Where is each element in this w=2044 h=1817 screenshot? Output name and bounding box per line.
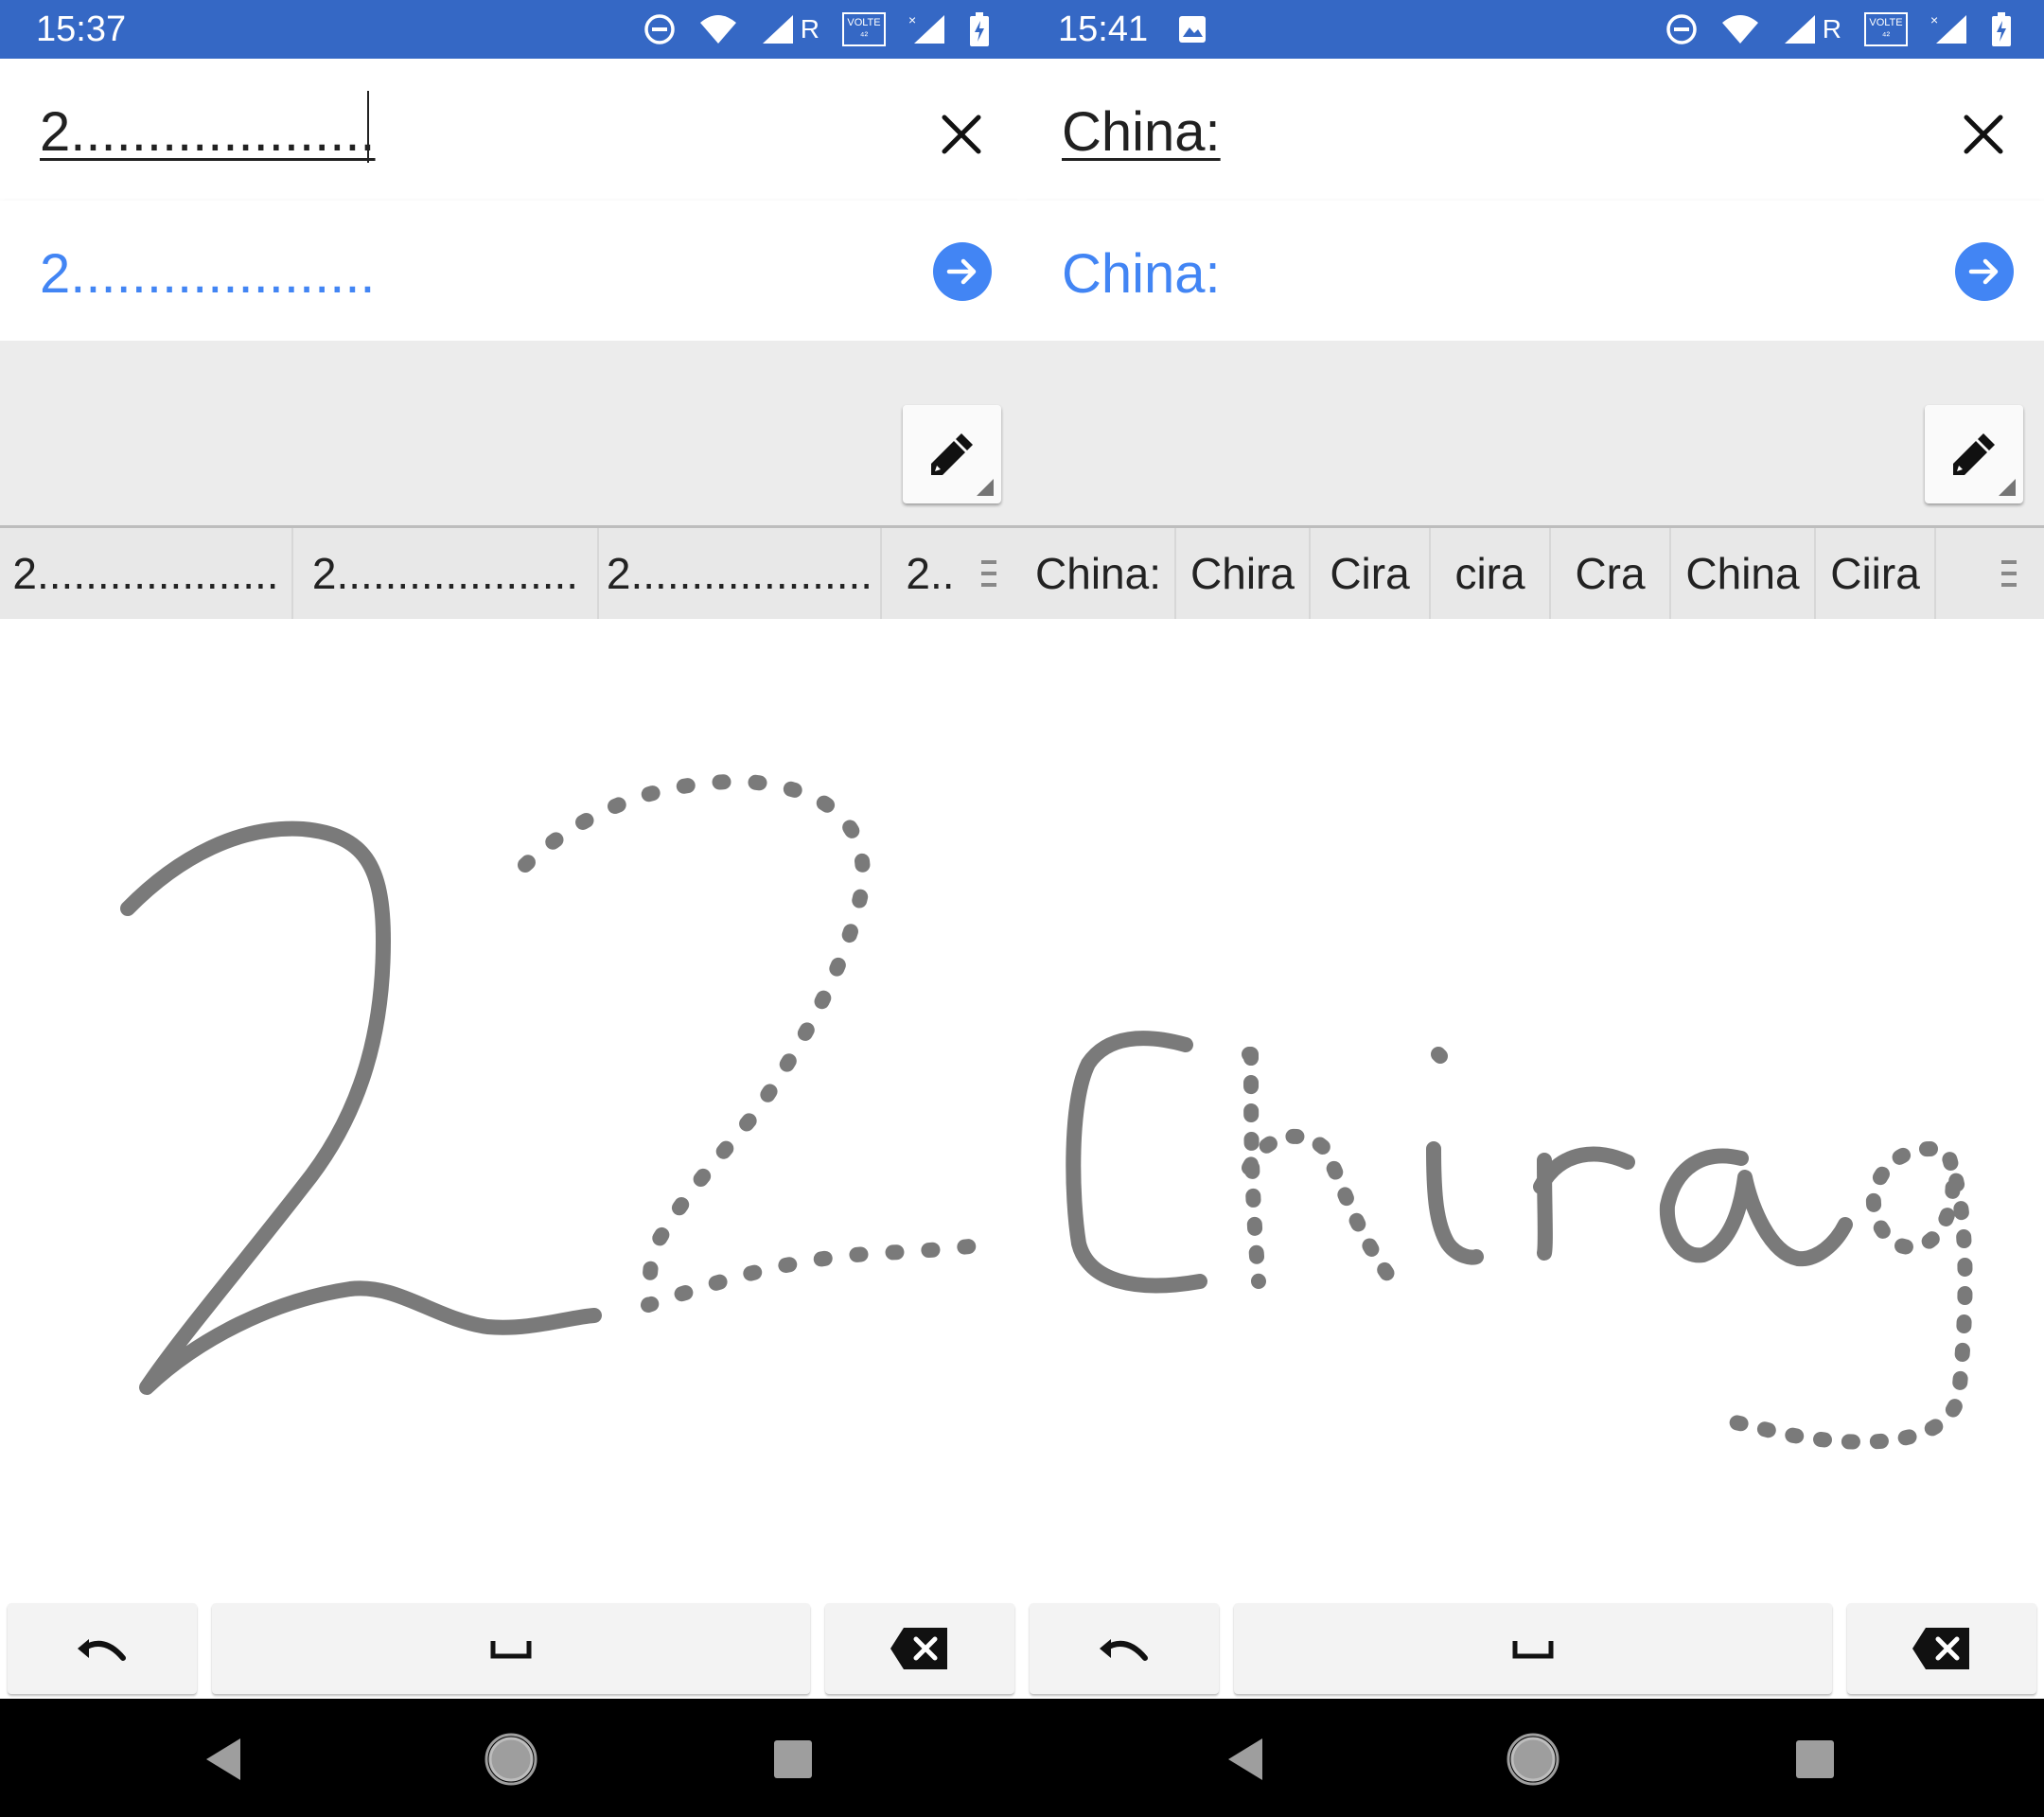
navigation-bar [1022,1699,2044,1817]
pen-icon [931,433,973,475]
wifi-icon [1721,15,1758,44]
more-candidates-icon[interactable] [979,556,998,591]
left-screen: 15:37 R VOLTE ⁴² × 2.................... … [0,0,1022,1817]
space-button[interactable] [1234,1603,1832,1694]
candidate[interactable]: Cira [1311,528,1431,619]
signal-icon-2: × [908,13,944,44]
signal-icon [1784,15,1815,44]
keyboard-bottom-row [1022,1599,2044,1699]
space-icon [490,1641,532,1659]
pen-corner-indicator [977,479,994,496]
recents-icon[interactable] [765,1731,821,1788]
backspace-button[interactable] [825,1603,1014,1694]
arrow-right-icon [946,258,977,285]
undo-icon [78,1639,126,1661]
undo-button[interactable] [8,1603,197,1694]
roaming-label: R [1822,14,1841,44]
candidate[interactable]: Chira [1176,528,1311,619]
volte-badge: VOLTE ⁴² [842,12,886,46]
home-icon[interactable] [483,1731,539,1788]
battery-charging-icon [970,12,989,46]
pen-icon [1953,433,1995,475]
candidate[interactable]: Cra [1551,528,1671,619]
keyboard-bottom-row [0,1599,1022,1699]
candidate[interactable]: China: [1022,528,1176,619]
undo-button[interactable] [1030,1603,1219,1694]
text-cursor [367,91,369,163]
arrow-right-icon [1968,258,1999,285]
wifi-icon [699,15,736,44]
status-icons: R VOLTE ⁴² × [1665,0,2035,59]
recents-icon[interactable] [1787,1731,1843,1788]
signal-icon [762,15,793,44]
backspace-button[interactable] [1847,1603,2036,1694]
backspace-icon [1912,1628,1969,1669]
candidate-more-cell[interactable] [1936,528,2044,619]
do-not-disturb-icon [644,14,675,44]
svg-text:×: × [908,13,916,27]
status-time: 15:37 [36,9,127,49]
navigation-bar [0,1699,1022,1817]
candidate-more-cell[interactable]: 2.. [882,528,1022,619]
candidate[interactable]: 2.. [906,548,954,599]
candidate[interactable]: Ciira [1816,528,1936,619]
pen-button[interactable] [1925,405,2023,503]
roaming-label: R [800,14,819,44]
pen-corner-indicator [1999,479,2016,496]
home-icon[interactable] [1505,1731,1561,1788]
suggestion-text[interactable]: China: [1062,242,1221,306]
volte-label: VOLTE [847,17,881,28]
pen-button[interactable] [903,405,1001,503]
status-icons: R VOLTE ⁴² × [643,0,1013,59]
handwriting-canvas[interactable] [1022,619,2044,1599]
close-icon[interactable] [1953,104,2014,165]
close-icon[interactable] [931,104,992,165]
candidate[interactable]: 2.................... [599,528,882,619]
suggestion-text[interactable]: 2.................... [40,242,376,306]
status-bar: 15:37 R VOLTE ⁴² × [0,0,1022,59]
candidate-strip: China: Chira Cira cira Cra China Ciira [1022,528,2044,619]
signal-icon-2: × [1930,13,1966,44]
candidate-strip: 2.................... 2.................… [0,528,1022,619]
suggestion-row[interactable]: China: [1022,201,2044,341]
search-row: 2.................... [0,59,1022,203]
do-not-disturb-icon [1666,14,1697,44]
candidate[interactable]: 2.................... [293,528,599,619]
undo-icon [1100,1639,1148,1661]
candidate[interactable]: China [1671,528,1816,619]
more-candidates-icon[interactable] [2000,556,2018,591]
candidate[interactable]: cira [1431,528,1551,619]
volte-label: VOLTE [1869,17,1903,28]
back-icon[interactable] [197,1731,254,1788]
candidate[interactable]: 2.................... [0,528,293,619]
handwriting-canvas[interactable] [0,619,1022,1599]
battery-charging-icon [1992,12,2011,46]
keyboard-toolbar [1022,341,2044,528]
status-time: 15:41 [1058,9,1149,49]
go-button[interactable] [933,242,992,301]
right-screen: 15:41 R VOLTE ⁴² × China: China: China: C… [1022,0,2044,1817]
search-input[interactable]: China: [1062,100,1221,164]
svg-text:×: × [1930,13,1938,27]
search-row: China: [1022,59,2044,203]
backspace-icon [890,1628,947,1669]
image-icon [1179,16,1206,43]
space-icon [1512,1641,1554,1659]
back-icon[interactable] [1219,1731,1276,1788]
space-button[interactable] [212,1603,810,1694]
suggestion-row[interactable]: 2.................... [0,201,1022,341]
search-input[interactable]: 2.................... [40,100,376,164]
keyboard-toolbar [0,341,1022,528]
status-bar: 15:41 R VOLTE ⁴² × [1022,0,2044,59]
go-button[interactable] [1955,242,2014,301]
volte-badge: VOLTE ⁴² [1864,12,1908,46]
